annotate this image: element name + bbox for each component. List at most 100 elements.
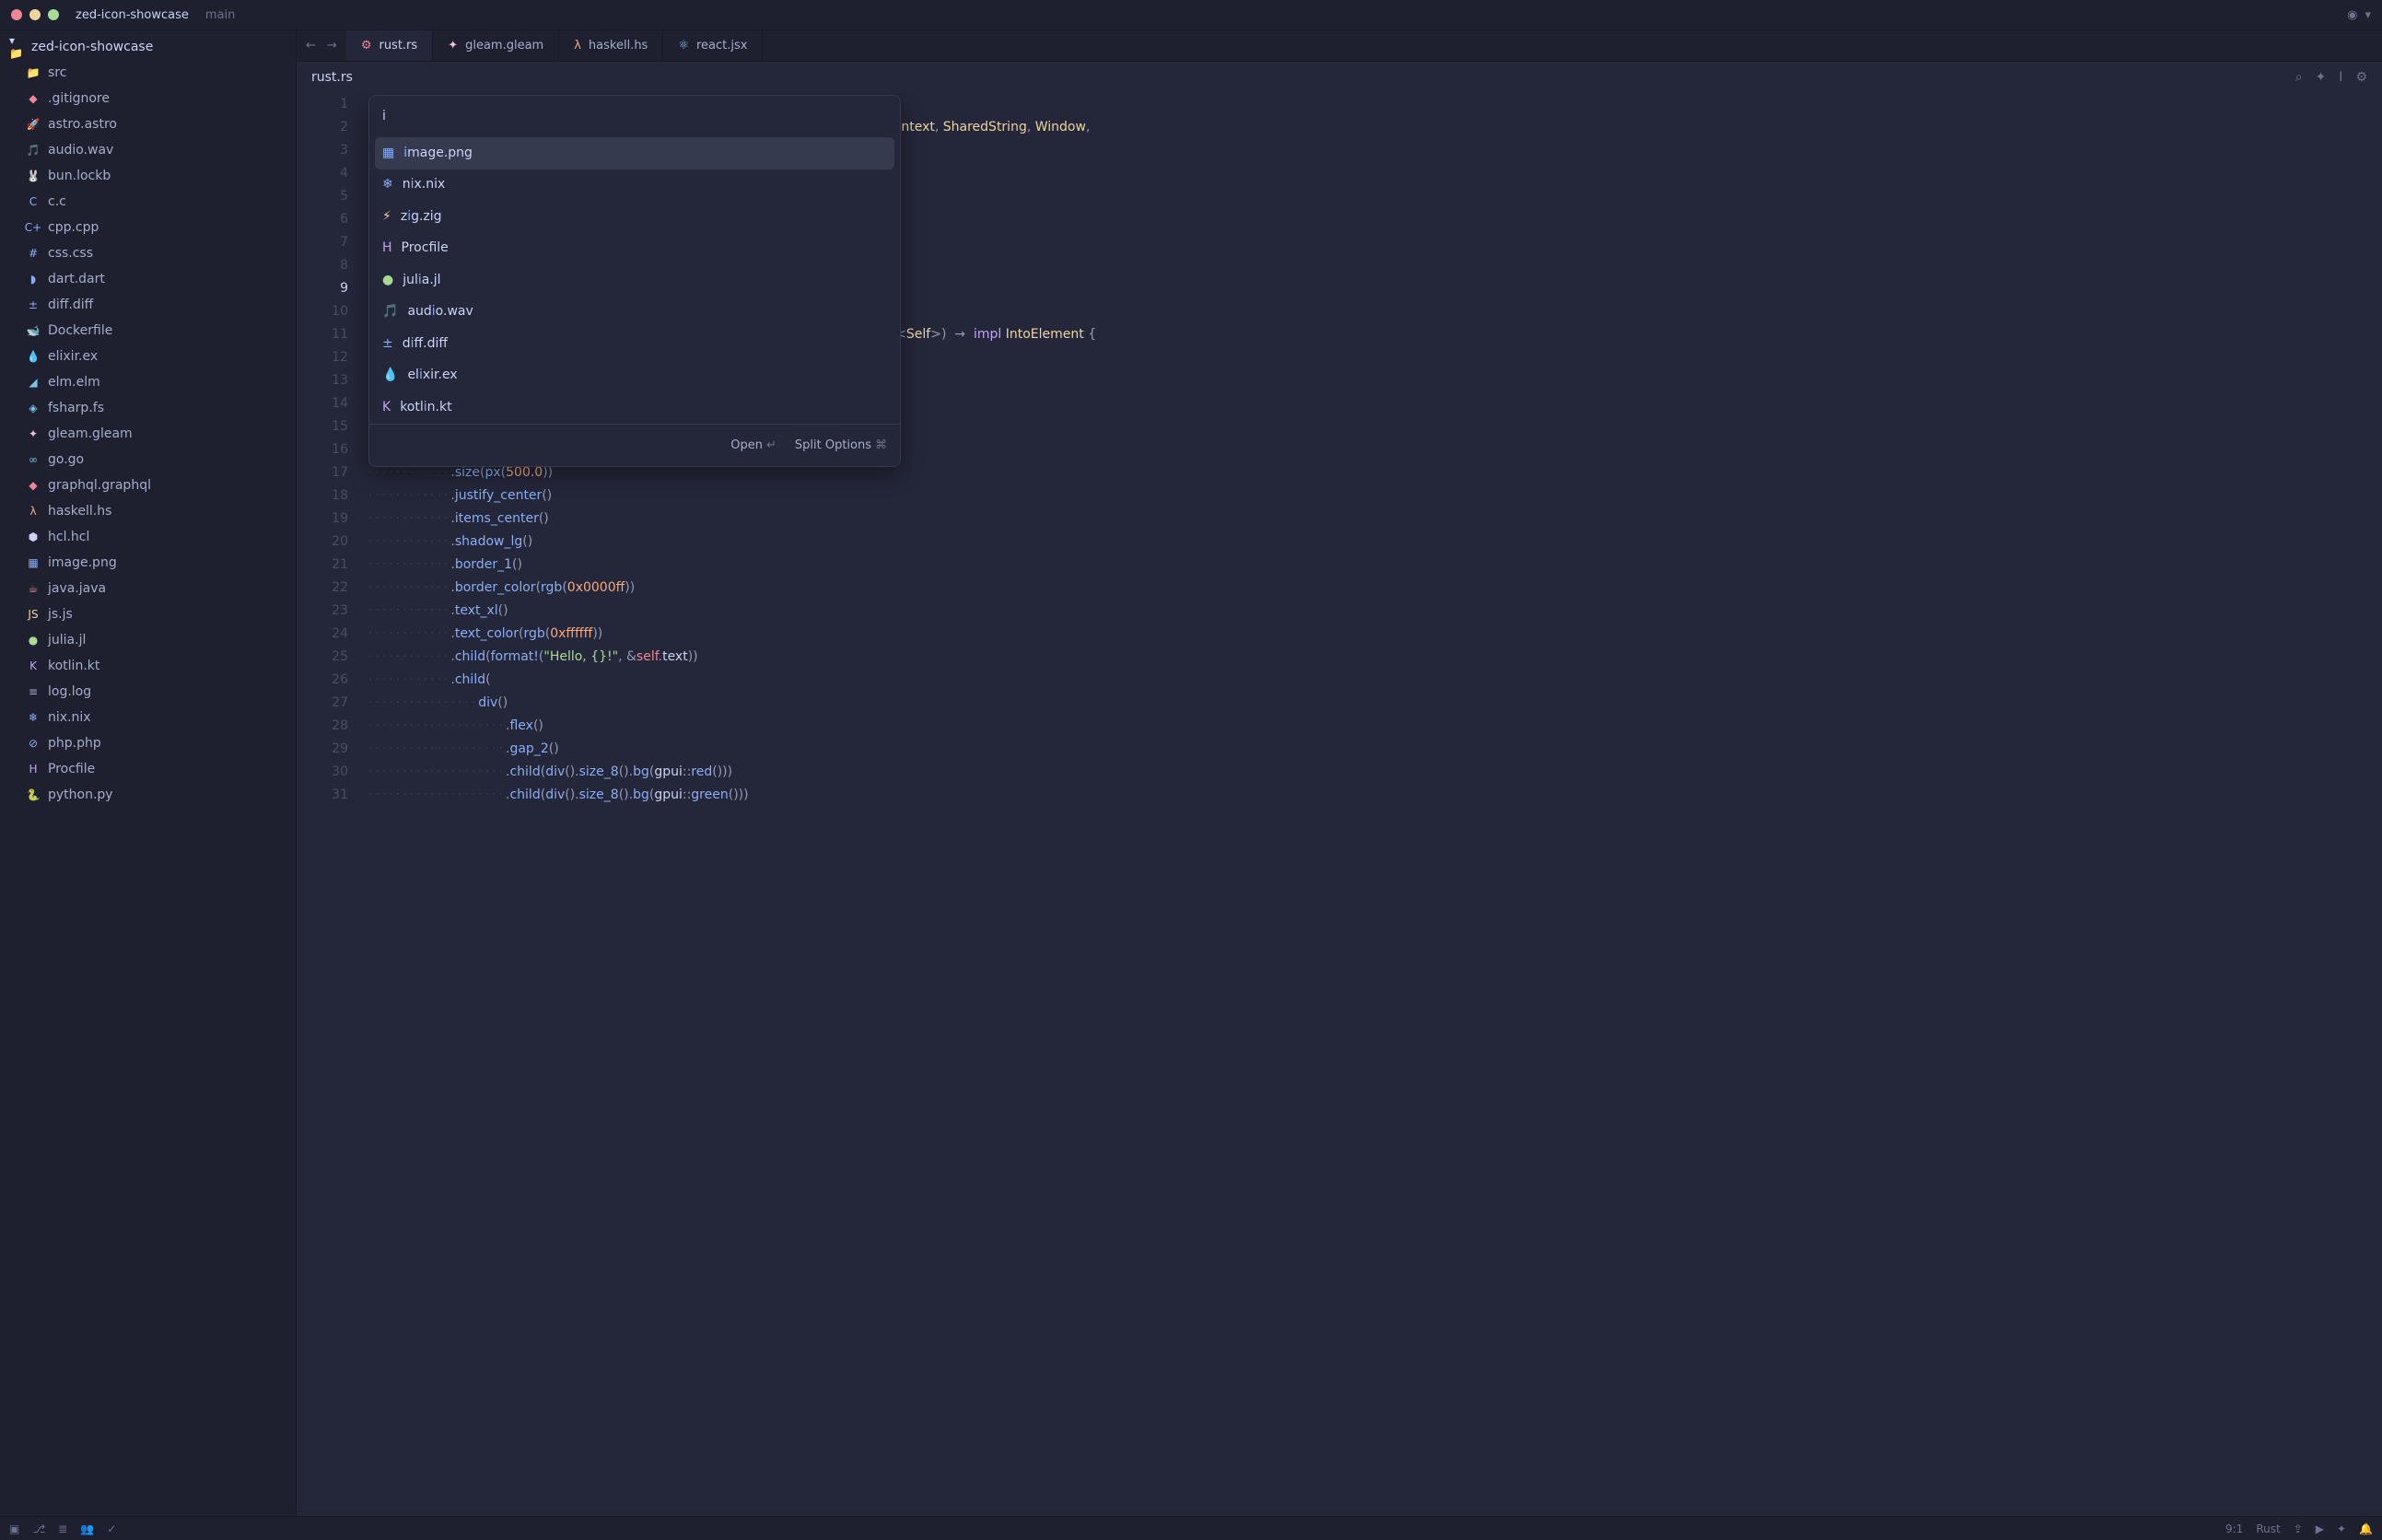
project-name[interactable]: zed-icon-showcase xyxy=(76,8,189,22)
file-finder-input[interactable]: i xyxy=(369,96,900,137)
file-bun.lockb[interactable]: 🐰bun.lockb xyxy=(0,163,296,189)
file-julia.jl[interactable]: ●julia.jl xyxy=(0,627,296,653)
file-c.c[interactable]: Cc.c xyxy=(0,189,296,215)
diff-icon: ± xyxy=(26,298,41,312)
file-label: src xyxy=(48,65,66,80)
avatar-icon[interactable]: ◉ xyxy=(2347,8,2357,22)
image-icon: ▦ xyxy=(26,555,41,570)
open-action[interactable]: Open↵ xyxy=(730,434,776,457)
file-label: hcl.hcl xyxy=(48,530,89,544)
file-Procfile[interactable]: HProcfile xyxy=(0,756,296,782)
file-diff.diff[interactable]: ± diff.diff xyxy=(0,292,296,318)
file-elm.elm[interactable]: ◢elm.elm xyxy=(0,369,296,395)
file-label: diff.diff xyxy=(48,298,93,312)
palette-result-nix.nix[interactable]: ❄ nix.nix xyxy=(369,169,900,202)
file-label: elixir.ex xyxy=(48,349,98,364)
astro-icon: 🚀 xyxy=(26,117,41,132)
file-label: Dockerfile xyxy=(48,323,112,338)
language-mode[interactable]: Rust xyxy=(2256,1522,2280,1535)
nav-back-icon[interactable]: ← xyxy=(306,39,316,52)
diagnostics-icon[interactable]: ✓ xyxy=(107,1522,116,1535)
graphql-icon: ◆ xyxy=(26,478,41,493)
file-php.php[interactable]: ⊘php.php xyxy=(0,730,296,756)
close-window[interactable] xyxy=(11,9,22,20)
file-python.py[interactable]: 🐍python.py xyxy=(0,782,296,808)
settings-icon[interactable]: ⚙ xyxy=(2355,70,2367,85)
file-log.log[interactable]: ≡log.log xyxy=(0,679,296,705)
search-icon[interactable]: ⌕ xyxy=(2295,70,2303,85)
palette-result-label: julia.jl xyxy=(403,269,440,292)
file-java.java[interactable]: ☕java.java xyxy=(0,576,296,601)
outline-icon[interactable]: ≣ xyxy=(58,1522,67,1535)
file-elixir.ex[interactable]: 💧elixir.ex xyxy=(0,344,296,369)
dart-icon: ◗ xyxy=(26,272,41,286)
file-label: python.py xyxy=(48,788,113,802)
notifications-icon[interactable]: 🔔 xyxy=(2359,1522,2373,1535)
palette-result-image.png[interactable]: ▦image.png xyxy=(375,137,894,169)
file-dart.dart[interactable]: ◗dart.dart xyxy=(0,266,296,292)
file-gleam.gleam[interactable]: ✦gleam.gleam xyxy=(0,421,296,447)
tab-haskell.hs[interactable]: λhaskell.hs xyxy=(559,30,663,61)
palette-result-kotlin.kt[interactable]: Kkotlin.kt xyxy=(369,391,900,424)
palette-result-zig.zig[interactable]: ⚡zig.zig xyxy=(369,201,900,233)
panel-toggle-icon[interactable]: ▣ xyxy=(9,1522,19,1535)
file-label: css.css xyxy=(48,246,93,261)
file-label: Procfile xyxy=(48,762,95,776)
branch-name[interactable]: main xyxy=(205,8,235,22)
julia-icon: ● xyxy=(382,269,393,292)
tab-react.jsx[interactable]: ⚛react.jsx xyxy=(663,30,763,61)
cursor-position[interactable]: 9:1 xyxy=(2225,1522,2243,1535)
file-graphql.graphql[interactable]: ◆graphql.graphql xyxy=(0,472,296,498)
tab-gleam.gleam[interactable]: ✦gleam.gleam xyxy=(433,30,559,61)
file-.gitignore[interactable]: ◆.gitignore xyxy=(0,86,296,111)
gleam-icon: ✦ xyxy=(26,426,41,441)
collab-icon[interactable]: 👥 xyxy=(80,1522,94,1535)
vcs-icon[interactable]: ⎇ xyxy=(32,1522,45,1535)
assist-icon[interactable]: ✦ xyxy=(2316,70,2327,85)
file-css.css[interactable]: #css.css xyxy=(0,240,296,266)
file-hcl.hcl[interactable]: ⬢hcl.hcl xyxy=(0,524,296,550)
file-audio.wav[interactable]: 🎵audio.wav xyxy=(0,137,296,163)
split-action[interactable]: Split Options⌘ xyxy=(795,434,887,457)
file-cpp.cpp[interactable]: C+cpp.cpp xyxy=(0,215,296,240)
minimize-window[interactable] xyxy=(29,9,41,20)
palette-result-audio.wav[interactable]: 🎵audio.wav xyxy=(369,297,900,329)
file-astro.astro[interactable]: 🚀astro.astro xyxy=(0,111,296,137)
file-fsharp.fs[interactable]: ◈fsharp.fs xyxy=(0,395,296,421)
file-haskell.hs[interactable]: λhaskell.hs xyxy=(0,498,296,524)
maximize-window[interactable] xyxy=(48,9,59,20)
file-label: cpp.cpp xyxy=(48,220,99,235)
file-nix.nix[interactable]: ❄nix.nix xyxy=(0,705,296,730)
palette-result-diff.diff[interactable]: ±diff.diff xyxy=(369,328,900,360)
cursor-icon[interactable]: I xyxy=(2339,70,2342,85)
tab-label: gleam.gleam xyxy=(465,39,543,52)
chevron-down-icon[interactable]: ▾ xyxy=(2364,8,2371,22)
tab-bar: ← → ⚙rust.rs✦gleam.gleamλhaskell.hs⚛reac… xyxy=(297,30,2382,62)
file-Dockerfile[interactable]: 🐋Dockerfile xyxy=(0,318,296,344)
feedback-icon[interactable]: ⇪ xyxy=(2294,1522,2303,1535)
code-editor[interactable]: 1234567891011121314151617181920212223242… xyxy=(297,93,2382,1516)
audio-icon: 🎵 xyxy=(382,300,398,323)
file-image.png[interactable]: ▦image.png xyxy=(0,550,296,576)
nav-forward-icon[interactable]: → xyxy=(327,39,337,52)
palette-result-label: nix.nix xyxy=(403,173,446,196)
file-go.go[interactable]: ∞go.go xyxy=(0,447,296,472)
file-src[interactable]: 📁src xyxy=(0,60,296,86)
breadcrumb[interactable]: rust.rs xyxy=(311,70,353,85)
tab-rust.rs[interactable]: ⚙rust.rs xyxy=(346,30,433,61)
copilot-icon[interactable]: ✦ xyxy=(2337,1522,2346,1535)
js-icon: JS xyxy=(26,607,41,622)
file-label: go.go xyxy=(48,452,84,467)
julia-icon: ● xyxy=(26,633,41,648)
nix-icon: ❄ xyxy=(26,710,41,725)
palette-result-elixir.ex[interactable]: 💧elixir.ex xyxy=(369,360,900,392)
nix-icon: ❄ xyxy=(382,173,393,196)
palette-result-julia.jl[interactable]: ● julia.jl xyxy=(369,264,900,297)
react-icon: ⚛ xyxy=(678,39,689,52)
palette-result-Procfile[interactable]: HProcfile xyxy=(369,233,900,265)
file-js.js[interactable]: JS js.js xyxy=(0,601,296,627)
file-label: js.js xyxy=(48,607,73,622)
file-kotlin.kt[interactable]: Kkotlin.kt xyxy=(0,653,296,679)
project-root[interactable]: ▾ 📁 zed-icon-showcase xyxy=(0,34,296,60)
terminal-icon[interactable]: ▶ xyxy=(2316,1522,2324,1535)
